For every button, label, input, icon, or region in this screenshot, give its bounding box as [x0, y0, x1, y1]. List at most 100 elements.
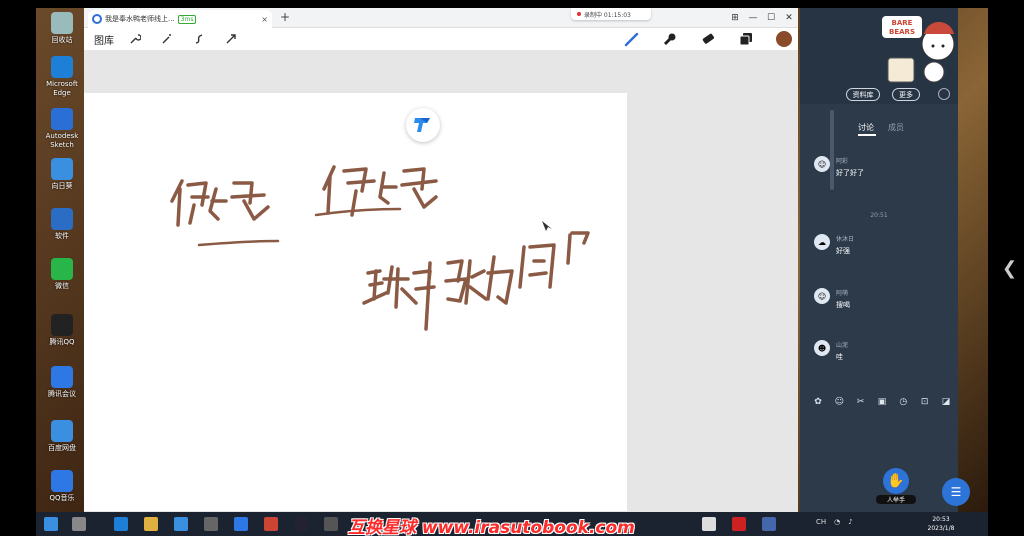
search-icon[interactable] — [72, 517, 86, 531]
sender-name: 阿萌 — [836, 290, 849, 297]
clock-time: 20:53 — [932, 516, 950, 523]
drawing-canvas[interactable] — [84, 93, 627, 511]
desktop-icon-label: 腾讯QQ — [49, 338, 75, 346]
desktop-icon[interactable]: 微信 — [40, 258, 84, 291]
curve-icon[interactable] — [188, 28, 210, 50]
app-icon — [51, 12, 73, 34]
watermark-text: 互换星球 www.irasutobook.com — [348, 518, 635, 536]
bare-bears-sticker-icon: BARE BEARS — [882, 16, 955, 83]
arrow-icon[interactable] — [220, 28, 242, 50]
desktop-icon[interactable]: 百度网盘 — [40, 420, 84, 453]
screen: 回收站 Microsoft Edge Autodesk Sketch 向日葵软件微信腾… — [0, 0, 1024, 536]
desktop-icon-label: 回收站 — [51, 36, 73, 44]
app-icon[interactable] — [264, 517, 278, 531]
snap-button[interactable]: ⊞ — [726, 8, 744, 28]
desktop-icon-label: QQ音乐 — [49, 494, 75, 502]
browser-icon[interactable] — [702, 517, 716, 531]
browser-tab[interactable]: 我是奉水鸭老师线上... 3ms × — [88, 10, 272, 28]
tab-bar: 我是奉水鸭老师线上... 3ms × + 录制中 01:15:03 ⊞ — ☐ … — [84, 8, 798, 28]
raise-hand-button[interactable]: ✋ 人举手 — [876, 468, 916, 508]
baidu-icon[interactable] — [174, 517, 188, 531]
mouse-cursor-icon — [542, 221, 552, 231]
desktop-icon-label: 百度网盘 — [48, 444, 76, 452]
new-tab-button[interactable]: + — [280, 10, 290, 24]
folder-icon[interactable] — [144, 517, 158, 531]
desktop-icon[interactable]: 向日葵 — [40, 158, 84, 191]
desktop-icon-label: 向日葵 — [51, 182, 73, 190]
eraser-icon[interactable] — [698, 29, 718, 49]
clock-icon[interactable]: ◷ — [897, 396, 909, 408]
chevron-left-icon[interactable]: ❮ — [1002, 258, 1017, 279]
minimize-button[interactable]: — — [744, 8, 762, 28]
desktop-icon[interactable]: Autodesk Sketch — [40, 108, 84, 150]
emoji-icon[interactable]: ☺ — [833, 396, 845, 408]
svg-text:BEARS: BEARS — [889, 28, 915, 36]
desktop-icon[interactable]: QQ音乐 — [40, 470, 84, 503]
desktop-icon-label: 腾讯会议 — [48, 390, 76, 398]
screenshot-icon[interactable]: ⊡ — [919, 396, 931, 408]
input-method[interactable]: CH — [816, 518, 826, 526]
edge-icon[interactable] — [114, 517, 128, 531]
message-text: 搜喝 — [836, 301, 850, 309]
sender-name: 阿彩 — [836, 158, 849, 165]
wrench-icon[interactable] — [124, 28, 146, 50]
sender-name: 山泥 — [836, 342, 849, 349]
volume-icon[interactable]: ♪ — [848, 518, 852, 526]
resource-library-button[interactable]: 资料库 — [846, 88, 880, 101]
brush-icon[interactable] — [660, 29, 680, 49]
color-swatch[interactable] — [774, 29, 794, 49]
gear-icon[interactable] — [938, 88, 950, 100]
tab-members[interactable]: 成员 — [888, 122, 904, 133]
hand-icon: ✋ — [883, 468, 909, 494]
svg-text:BARE: BARE — [892, 19, 913, 27]
flower-icon[interactable]: ✿ — [812, 396, 824, 408]
desktop-icon-label: 软件 — [55, 232, 69, 240]
desktop-icon[interactable]: 回收站 — [40, 12, 84, 45]
more-button[interactable]: 更多 — [892, 88, 920, 101]
current-color-icon — [776, 31, 792, 47]
desktop-icon[interactable]: 腾讯QQ — [40, 314, 84, 347]
app-icon — [51, 470, 73, 492]
app-icon[interactable] — [204, 517, 218, 531]
raise-hand-label: 人举手 — [876, 495, 916, 504]
tab-title: 我是奉水鸭老师线上... — [105, 15, 175, 23]
close-window-button[interactable]: ✕ — [780, 8, 798, 28]
app-icon[interactable] — [324, 517, 338, 531]
pen-icon[interactable] — [622, 29, 642, 49]
app-icon — [51, 56, 73, 78]
chat-scrollbar[interactable] — [830, 110, 834, 190]
tab-discussion[interactable]: 讨论 — [858, 122, 874, 133]
start-icon[interactable] — [44, 517, 58, 531]
avatar: ☻ — [814, 340, 830, 356]
clock[interactable]: 20:53 2023/1/8 — [916, 515, 966, 533]
scissors-icon[interactable]: ✂ — [855, 396, 867, 408]
avatar: ☁ — [814, 234, 830, 250]
edit-image-icon[interactable]: ◪ — [940, 396, 952, 408]
image-icon[interactable]: ▣ — [876, 396, 888, 408]
netease-icon[interactable] — [732, 517, 746, 531]
desktop-icon-label: 微信 — [55, 282, 69, 290]
chat-tabs: 讨论 成员 — [800, 118, 958, 138]
time-divider: 20:51 — [870, 212, 888, 219]
desktop-icon[interactable]: 腾讯会议 — [40, 366, 84, 399]
message-text: 好强 — [836, 247, 850, 255]
steam-icon[interactable] — [294, 517, 308, 531]
app-icon[interactable] — [762, 517, 776, 531]
tab-close-icon[interactable]: × — [261, 15, 268, 24]
message-text: 哇 — [836, 353, 843, 361]
layers-icon[interactable] — [736, 29, 756, 49]
desktop-icon[interactable]: Microsoft Edge — [40, 56, 84, 98]
desktop-icon-label: Microsoft Edge — [46, 80, 78, 97]
chat-action-bar: ✿ ☺ ✂ ▣ ◷ ⊡ ◪ — [812, 396, 952, 410]
avatar: ☺ — [814, 288, 830, 304]
desktop-icon[interactable]: 软件 — [40, 208, 84, 241]
tab-badge: 3ms — [177, 14, 197, 24]
app-icon — [51, 158, 73, 180]
network-icon[interactable]: ◔ — [834, 518, 840, 526]
magic-wand-icon[interactable] — [156, 28, 178, 50]
app-icon — [51, 314, 73, 336]
chat-bubble-button[interactable]: ☰ — [942, 478, 970, 506]
maximize-button[interactable]: ☐ — [762, 8, 780, 28]
photo-icon[interactable] — [234, 517, 248, 531]
gallery-button[interactable]: 图库 — [94, 32, 114, 47]
